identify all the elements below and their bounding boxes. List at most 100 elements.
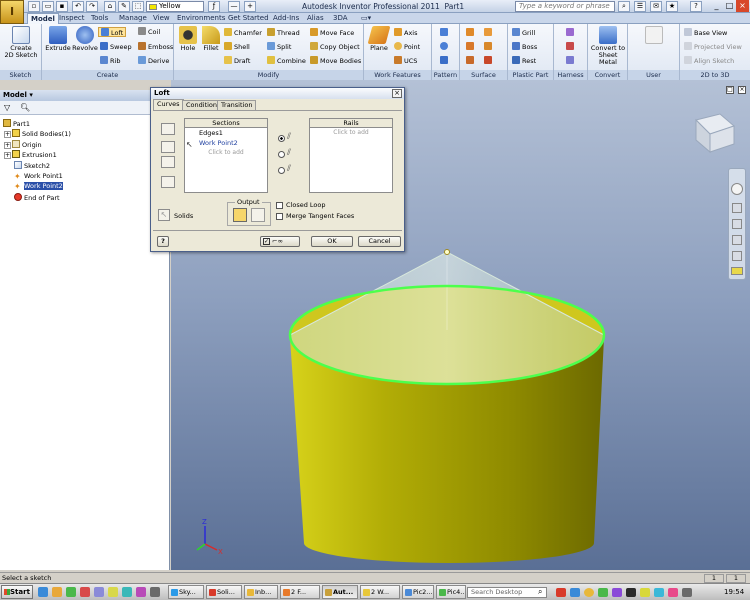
tab-view[interactable]: View: [150, 13, 173, 24]
grill-button[interactable]: Grill: [512, 28, 535, 38]
cancel-button[interactable]: Cancel: [358, 236, 401, 247]
mirror-button[interactable]: [440, 56, 450, 66]
loft-button[interactable]: Loft: [98, 27, 127, 37]
projected-view-button[interactable]: Projected View: [684, 42, 742, 52]
browser-node-sketch2[interactable]: Sketch2: [14, 161, 50, 171]
redo-icon[interactable]: ↷: [86, 1, 98, 12]
browser-node-part1[interactable]: Part1: [3, 119, 30, 129]
thicken-button[interactable]: [466, 28, 476, 38]
taskbar-item-2w[interactable]: 2 W...: [360, 585, 400, 599]
combine-button[interactable]: Combine: [267, 56, 306, 66]
start-button[interactable]: Start: [1, 585, 33, 599]
ribbon-toggle-icon[interactable]: ▭▾: [358, 13, 374, 24]
search-icon[interactable]: ⌕: [618, 1, 630, 12]
quicklaunch-media-icon[interactable]: [66, 587, 76, 597]
tray-icon-10[interactable]: [682, 588, 692, 597]
help-button[interactable]: ?: [157, 236, 169, 247]
taskbar-item-pic4[interactable]: Pic4...: [436, 585, 466, 599]
draft-button[interactable]: Draft: [224, 56, 250, 66]
tab-get-started[interactable]: Get Started: [225, 13, 272, 24]
sections-list[interactable]: Sections Edges1 Work Point2 Click to add: [184, 118, 268, 193]
preview-button[interactable]: ✓ ⌐∞: [260, 236, 300, 247]
patch-button[interactable]: [484, 28, 494, 38]
rails-click-to-add[interactable]: Click to add: [310, 128, 392, 138]
model-browser-header[interactable]: Model ▾: [0, 90, 170, 101]
browser-node-solid-bodies[interactable]: + Solid Bodies(1): [4, 129, 71, 139]
undo-icon[interactable]: ↶: [72, 1, 84, 12]
section-item-edges1[interactable]: Edges1: [185, 128, 267, 138]
center-line-radio[interactable]: [278, 151, 285, 158]
update-icon[interactable]: ✎: [118, 1, 130, 12]
boss-button[interactable]: Boss: [512, 42, 537, 52]
plane-button[interactable]: Plane: [367, 26, 391, 52]
copy-object-button[interactable]: Copy Object: [310, 42, 360, 52]
point-button[interactable]: Point: [394, 42, 420, 52]
point-section-button[interactable]: [161, 176, 175, 188]
sweep-button[interactable]: Sweep: [100, 42, 132, 52]
section-item-work-point2[interactable]: Work Point2: [185, 138, 267, 148]
taskbar-item-skype[interactable]: Sky...: [168, 585, 204, 599]
home-icon[interactable]: ⌂: [104, 1, 116, 12]
base-view-button[interactable]: Base View: [684, 28, 727, 38]
section-down-button[interactable]: [161, 156, 175, 168]
quicklaunch-app2-icon[interactable]: [94, 587, 104, 597]
select-icon[interactable]: ⬚: [132, 1, 144, 12]
align-sketch-button[interactable]: Align Sketch: [684, 56, 734, 66]
tray-icon-6[interactable]: [626, 588, 636, 597]
circular-pattern-button[interactable]: [440, 42, 450, 52]
chamfer-button[interactable]: Chamfer: [224, 28, 262, 38]
minimize-icon[interactable]: _: [710, 0, 723, 12]
desktop-search-icon[interactable]: ⌕: [538, 587, 542, 597]
inventor-app-icon[interactable]: I: [0, 0, 24, 24]
extrude-button[interactable]: Extrude: [45, 26, 71, 52]
filter-icon[interactable]: ▽: [4, 103, 10, 112]
rails-radio[interactable]: [278, 135, 285, 142]
browser-node-work-point1[interactable]: ✦ Work Point1: [14, 172, 63, 181]
quicklaunch-app4-icon[interactable]: [122, 587, 132, 597]
ok-button[interactable]: OK: [311, 236, 353, 247]
steering-wheel-icon[interactable]: [731, 183, 743, 195]
taskbar-item-2f[interactable]: 2 F...: [280, 585, 320, 599]
tab-3da[interactable]: 3DA: [330, 13, 351, 24]
trim-button[interactable]: [484, 42, 494, 52]
thread-button[interactable]: Thread: [267, 28, 300, 38]
tray-icon-1[interactable]: [556, 588, 566, 597]
taskbar-item-pic2[interactable]: Pic2...: [402, 585, 434, 599]
section-up-button[interactable]: [161, 141, 175, 153]
browser-node-origin[interactable]: + Origin: [4, 140, 42, 150]
viewcube-icon[interactable]: [695, 113, 735, 154]
user-commands-button[interactable]: [645, 26, 663, 45]
quicklaunch-ie-icon[interactable]: [38, 587, 48, 597]
fx-parameters-icon[interactable]: ƒ: [208, 1, 220, 12]
favorites-icon[interactable]: ★: [666, 1, 678, 12]
output-surface-button[interactable]: [251, 208, 265, 222]
tab-inspect[interactable]: Inspect: [56, 13, 88, 24]
solids-select-button[interactable]: ↖: [158, 209, 170, 221]
tab-model[interactable]: Model: [27, 13, 59, 24]
tray-icon-9[interactable]: [668, 588, 678, 597]
browser-node-extrusion1[interactable]: + Extrusion1: [4, 150, 57, 160]
merge-tangent-checkbox[interactable]: [276, 213, 283, 220]
taskbar-item-inbox[interactable]: Inb...: [244, 585, 278, 599]
tab-add-ins[interactable]: Add-Ins: [270, 13, 302, 24]
viewport-maximize-icon[interactable]: □: [726, 86, 734, 94]
coil-button[interactable]: Coil: [138, 27, 160, 37]
find-icon[interactable]: 🔍︎: [20, 103, 30, 112]
delete-face-button[interactable]: [484, 56, 494, 66]
rectangular-pattern-button[interactable]: [440, 28, 450, 38]
harness-tool-2[interactable]: [566, 42, 576, 52]
add-icon[interactable]: +: [244, 1, 256, 12]
ucs-button[interactable]: UCS: [394, 56, 417, 66]
tab-alias[interactable]: Alias: [304, 13, 327, 24]
quicklaunch-app-icon[interactable]: [80, 587, 90, 597]
help-icon[interactable]: ?: [690, 1, 702, 12]
orbit-icon[interactable]: [732, 235, 742, 245]
hole-button[interactable]: Hole: [177, 26, 199, 52]
look-at-icon[interactable]: [732, 251, 742, 261]
new-icon[interactable]: ▫: [28, 1, 40, 12]
harness-tool-1[interactable]: [566, 28, 576, 38]
sections-click-to-add[interactable]: Click to add: [185, 148, 267, 158]
close-icon[interactable]: ×: [736, 0, 749, 12]
maximize-icon[interactable]: □: [723, 0, 736, 12]
browser-node-end-of-part[interactable]: End of Part: [14, 193, 60, 203]
